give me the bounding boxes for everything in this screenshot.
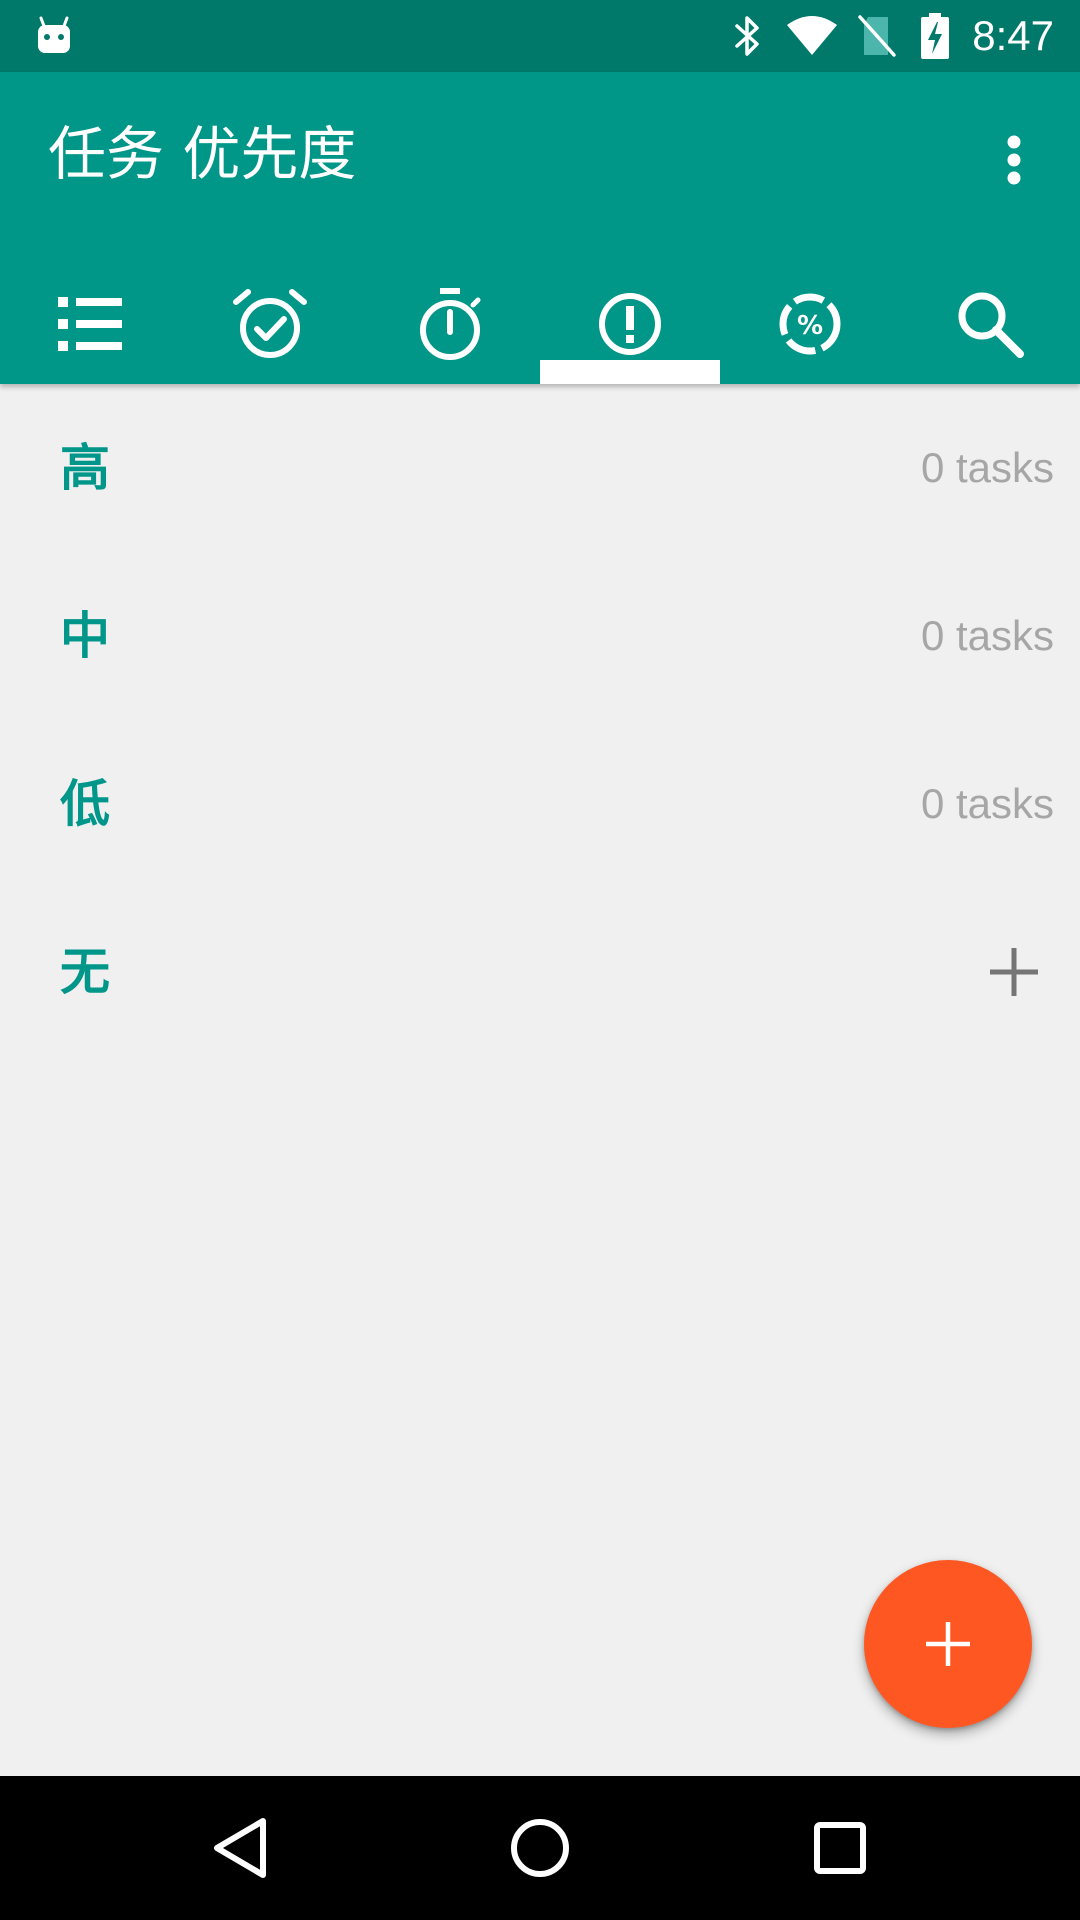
home-icon <box>511 1819 569 1877</box>
svg-text:%: % <box>797 311 823 341</box>
priority-group-high[interactable]: 高 0 tasks <box>0 384 1080 552</box>
more-options-button[interactable] <box>978 124 1050 196</box>
home-button[interactable] <box>480 1800 600 1896</box>
tab-timer[interactable] <box>360 264 540 384</box>
list-icon <box>58 297 122 351</box>
more-vert-icon <box>1007 135 1021 185</box>
priority-label: 中 <box>60 607 110 665</box>
screen: 8:47 任务 优先度 % 高 0 tasks 中 0 tasks 低 0 ta… <box>0 0 1080 1920</box>
tab-all-tasks[interactable] <box>0 264 180 384</box>
recents-button[interactable] <box>780 1800 900 1896</box>
app-bar: 任务 优先度 % <box>0 72 1080 384</box>
priority-group-medium[interactable]: 中 0 tasks <box>0 552 1080 720</box>
wifi-icon <box>784 12 840 60</box>
progress-percent-icon: % <box>779 293 841 355</box>
task-count: 0 tasks <box>920 444 1054 491</box>
bluetooth-icon <box>730 12 766 60</box>
tab-progress[interactable]: % <box>720 264 900 384</box>
priority-label: 低 <box>60 775 110 833</box>
priority-list: 高 0 tasks 中 0 tasks 低 0 tasks 无 <box>0 384 1080 1056</box>
status-bar: 8:47 <box>0 0 1080 72</box>
back-button[interactable] <box>180 1800 300 1896</box>
navigation-bar <box>0 1776 1080 1920</box>
priority-label: 高 <box>60 439 110 497</box>
task-count: 0 tasks <box>920 780 1054 827</box>
add-task-to-group-button[interactable] <box>986 944 1042 1000</box>
page-title: 任务 优先度 <box>48 120 357 188</box>
search-icon <box>958 292 1024 358</box>
priority-group-none[interactable]: 无 <box>0 888 1080 1056</box>
tab-search[interactable] <box>900 264 1080 384</box>
no-sim-icon <box>856 12 898 60</box>
tab-reminders[interactable] <box>180 264 360 384</box>
recents-icon <box>814 1822 866 1874</box>
add-task-fab[interactable] <box>864 1560 1032 1728</box>
alarm-check-icon <box>233 289 307 358</box>
task-count: 0 tasks <box>920 612 1054 659</box>
android-notification-icon <box>34 12 74 60</box>
status-clock: 8:47 <box>972 12 1054 59</box>
priority-icon <box>599 293 661 355</box>
back-icon <box>214 1818 266 1878</box>
timer-icon <box>420 288 481 360</box>
add-icon <box>926 1622 970 1666</box>
add-icon <box>990 948 1038 996</box>
priority-group-low[interactable]: 低 0 tasks <box>0 720 1080 888</box>
tab-selected-indicator <box>540 360 720 384</box>
priority-label: 无 <box>60 943 110 1001</box>
battery-charging-icon <box>918 12 952 60</box>
